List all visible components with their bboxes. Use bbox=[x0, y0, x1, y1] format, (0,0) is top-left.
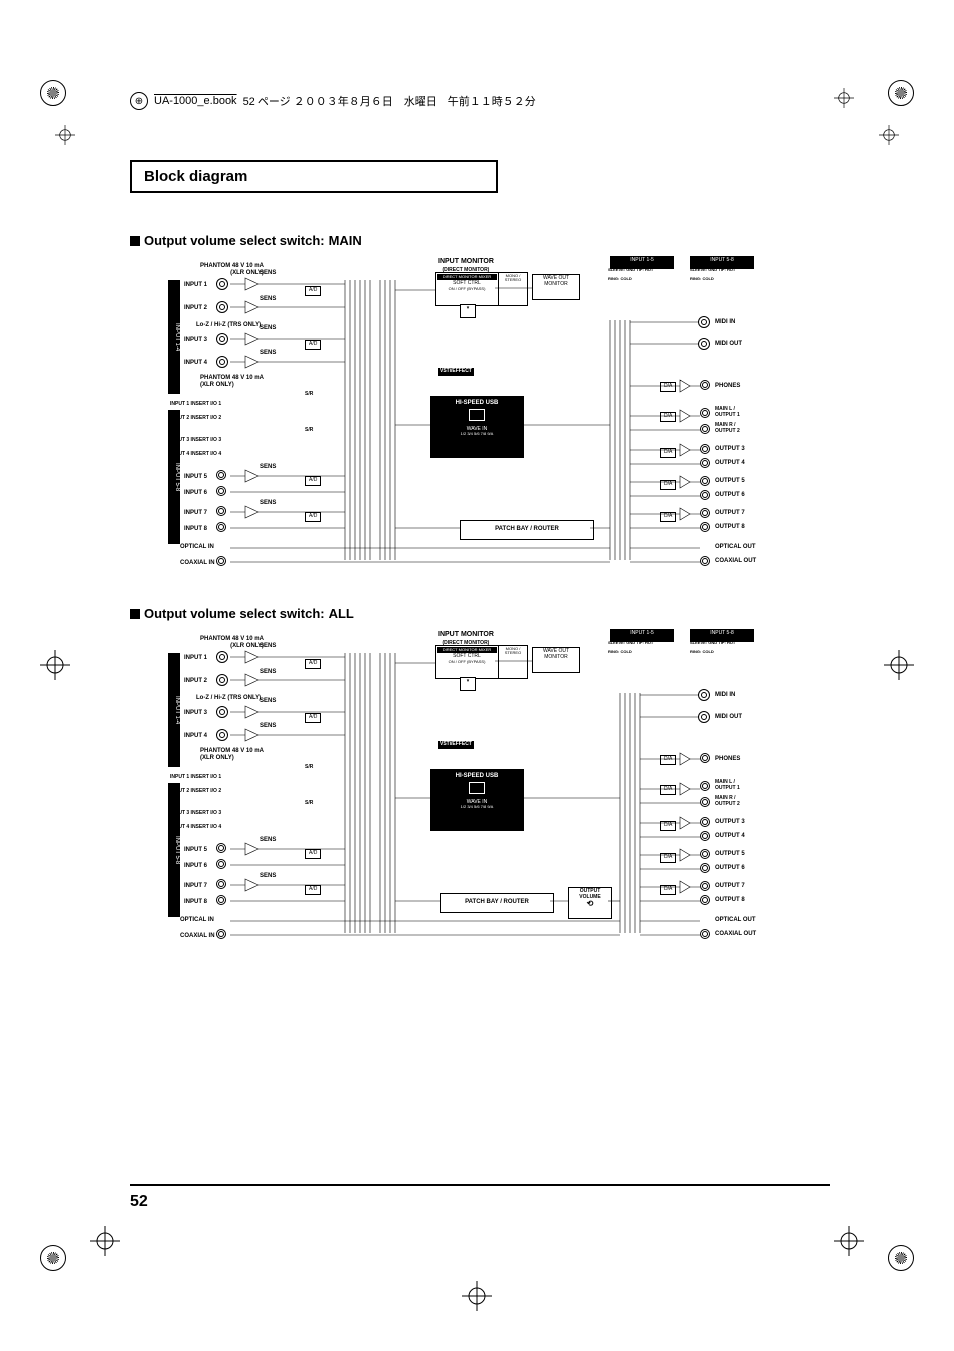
page-content: Block diagram Output volume select switc… bbox=[130, 160, 830, 953]
crop-mark-tr2 bbox=[879, 125, 899, 150]
subheading-all: Output volume select switch: ALL bbox=[130, 606, 830, 621]
section-title: Block diagram bbox=[130, 160, 498, 193]
print-filename: UA-1000_e.book bbox=[154, 95, 237, 107]
bullet-square-icon bbox=[130, 609, 140, 619]
wiring-svg bbox=[170, 260, 760, 580]
print-header: ⊕ UA-1000_e.book 52 ページ ２００３年８月６日 水曜日 午前… bbox=[130, 92, 536, 110]
registration-mark-right bbox=[884, 650, 914, 680]
page-number: 52 bbox=[130, 1193, 148, 1211]
subheading-prefix: Output volume select switch: bbox=[144, 233, 325, 248]
subheading-mode: MAIN bbox=[329, 233, 362, 248]
registration-icon: ⊕ bbox=[130, 92, 148, 110]
crop-mark-tl2 bbox=[55, 125, 75, 150]
registration-mark-left bbox=[40, 650, 70, 680]
footer-rule bbox=[130, 1184, 830, 1186]
registration-mark-top-right bbox=[834, 88, 854, 113]
wiring-svg bbox=[170, 633, 760, 953]
block-diagram-main: INPUT 1-4 INPUT 5-8 PHANTOM 48 V 10 mA(X… bbox=[170, 260, 760, 580]
print-page-info: 52 ページ ２００３年８月６日 水曜日 午前１１時５２分 bbox=[243, 93, 536, 109]
block-diagram-all: INPUT 1-4 INPUT 5-8 PHANTOM 48 V 10 mA(X… bbox=[170, 633, 760, 953]
registration-corner-br bbox=[888, 1245, 914, 1271]
registration-corner-bl bbox=[40, 1245, 66, 1271]
registration-mark-bottom bbox=[462, 1281, 492, 1311]
registration-corner-tl bbox=[40, 80, 66, 106]
subheading-prefix: Output volume select switch: bbox=[144, 606, 325, 621]
section-title-text: Block diagram bbox=[144, 168, 247, 185]
subheading-main: Output volume select switch: MAIN bbox=[130, 233, 830, 248]
subheading-mode: ALL bbox=[329, 606, 354, 621]
crop-mark-br bbox=[834, 1226, 864, 1261]
registration-corner-tr bbox=[888, 80, 914, 106]
bullet-square-icon bbox=[130, 236, 140, 246]
crop-mark-bl bbox=[90, 1226, 120, 1261]
